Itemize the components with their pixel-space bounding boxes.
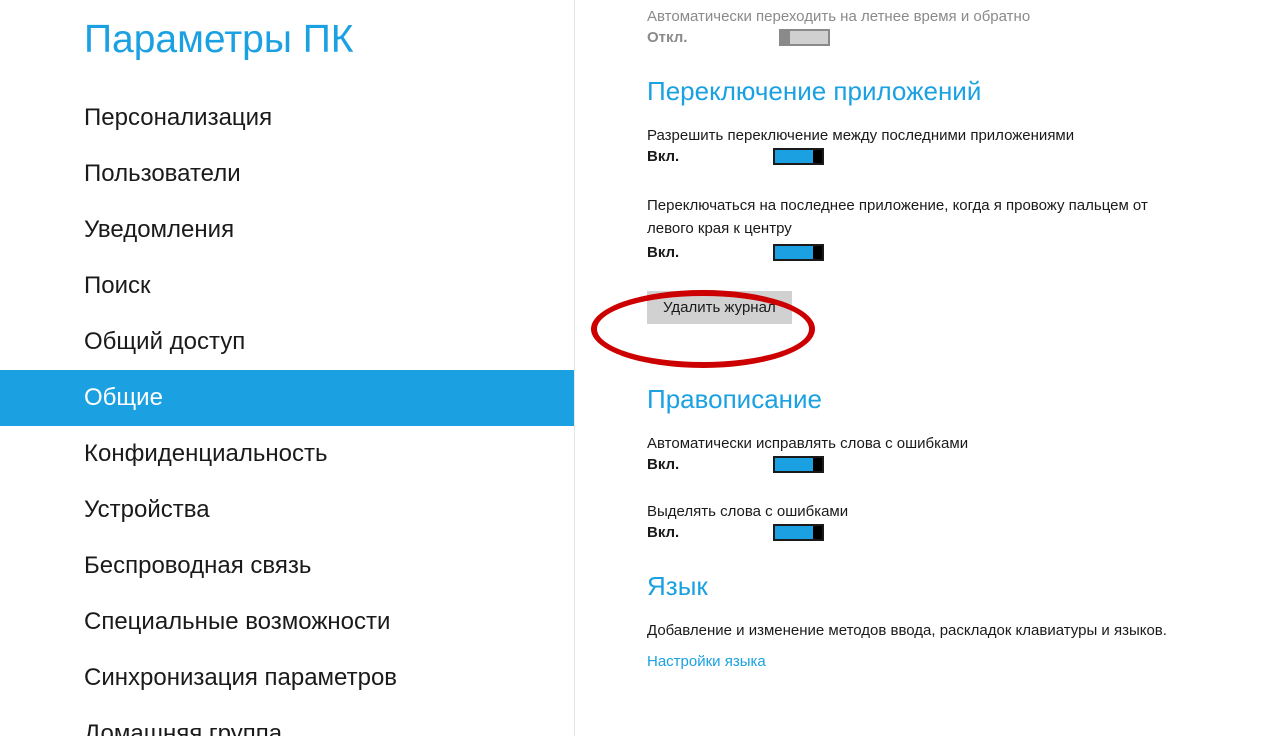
app-switch-opt1-desc: Разрешить переключение между последними … bbox=[647, 127, 1277, 144]
app-switch-opt1-toggle[interactable] bbox=[773, 148, 824, 165]
toggle-knob bbox=[813, 246, 822, 259]
spelling-opt2-state: Вкл. bbox=[647, 524, 681, 541]
sidebar-item-general[interactable]: Общие bbox=[0, 370, 574, 426]
spelling-opt1-desc: Автоматически исправлять слова с ошибкам… bbox=[647, 435, 1277, 452]
spelling-opt1-row: Вкл. bbox=[647, 456, 1277, 473]
dst-toggle[interactable] bbox=[779, 29, 830, 46]
sidebar-item-personalization[interactable]: Персонализация bbox=[0, 90, 574, 146]
sidebar-item-share[interactable]: Общий доступ bbox=[0, 314, 574, 370]
app-switch-heading: Переключение приложений bbox=[647, 76, 1277, 107]
settings-sidebar: Параметры ПК Персонализация Пользователи… bbox=[0, 0, 575, 736]
app-switch-opt2-toggle[interactable] bbox=[773, 244, 824, 261]
toggle-knob bbox=[813, 150, 822, 163]
toggle-knob bbox=[813, 526, 822, 539]
sidebar-item-notifications[interactable]: Уведомления bbox=[0, 202, 574, 258]
sidebar-item-accessibility[interactable]: Специальные возможности bbox=[0, 594, 574, 650]
app-switch-opt1-state: Вкл. bbox=[647, 148, 681, 165]
sidebar-item-sync[interactable]: Синхронизация параметров bbox=[0, 650, 574, 706]
page-title: Параметры ПК bbox=[0, 18, 574, 90]
spelling-opt2-row: Вкл. bbox=[647, 524, 1277, 541]
sidebar-item-users[interactable]: Пользователи bbox=[0, 146, 574, 202]
language-settings-link[interactable]: Настройки языка bbox=[647, 653, 1277, 670]
settings-content: Автоматически переходить на летнее время… bbox=[575, 0, 1277, 736]
app-switch-opt2-row: Вкл. bbox=[647, 244, 1277, 261]
spelling-opt1-state: Вкл. bbox=[647, 456, 681, 473]
sidebar-item-homegroup[interactable]: Домашняя группа bbox=[0, 706, 574, 736]
dst-description: Автоматически переходить на летнее время… bbox=[647, 8, 1277, 25]
dst-state-label: Откл. bbox=[647, 29, 687, 46]
delete-history-button[interactable]: Удалить журнал bbox=[647, 291, 792, 324]
language-heading: Язык bbox=[647, 571, 1277, 602]
app-switch-opt2-state: Вкл. bbox=[647, 244, 681, 261]
spelling-opt1-toggle[interactable] bbox=[773, 456, 824, 473]
sidebar-item-devices[interactable]: Устройства bbox=[0, 482, 574, 538]
toggle-knob bbox=[781, 31, 790, 44]
app-switch-opt1-row: Вкл. bbox=[647, 148, 1277, 165]
sidebar-item-search[interactable]: Поиск bbox=[0, 258, 574, 314]
language-desc: Добавление и изменение методов ввода, ра… bbox=[647, 622, 1277, 639]
spelling-opt2-desc: Выделять слова с ошибками bbox=[647, 503, 1277, 520]
spelling-heading: Правописание bbox=[647, 384, 1277, 415]
sidebar-item-wireless[interactable]: Беспроводная связь bbox=[0, 538, 574, 594]
spelling-opt2-toggle[interactable] bbox=[773, 524, 824, 541]
dst-row: Откл. bbox=[647, 29, 1277, 46]
sidebar-item-privacy[interactable]: Конфиденциальность bbox=[0, 426, 574, 482]
app-switch-opt2-desc: Переключаться на последнее приложение, к… bbox=[647, 195, 1187, 240]
toggle-knob bbox=[813, 458, 822, 471]
